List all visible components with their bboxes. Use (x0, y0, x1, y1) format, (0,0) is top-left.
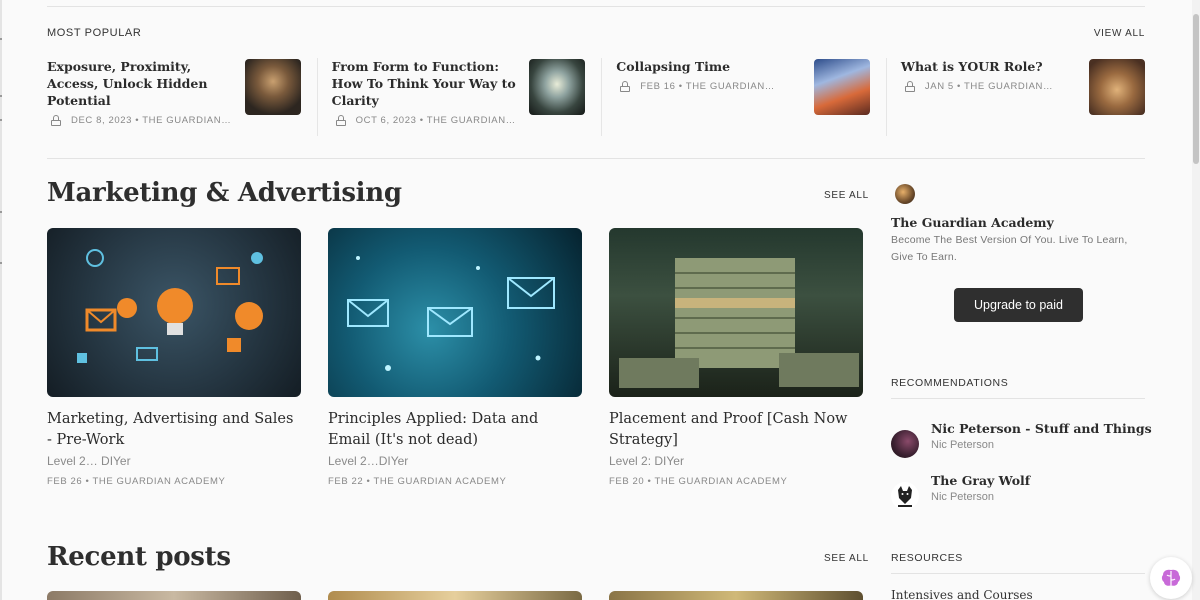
divider (47, 6, 1145, 7)
resources-link[interactable]: Intensives and Courses (891, 588, 1033, 600)
lock-icon (620, 81, 631, 92)
popular-post[interactable]: From Form to Function: How To Think Your… (332, 58, 603, 136)
recommendation-author: Nic Peterson (931, 439, 994, 451)
most-popular-list: Exposure, Proximity, Access, Unlock Hidd… (47, 58, 1145, 136)
email-illustration (347, 256, 555, 371)
lock-icon (904, 81, 915, 92)
recent-post-image[interactable] (47, 591, 301, 600)
see-all-recent[interactable]: SEE ALL (824, 553, 869, 564)
post-card-title[interactable]: Principles Applied: Data and Email (It's… (328, 409, 582, 451)
popular-post[interactable]: Exposure, Proximity, Access, Unlock Hidd… (47, 58, 318, 136)
recommendation-item[interactable]: Nic Peterson - Stuff and Things Nic Pete… (891, 421, 1152, 458)
scrollbar-thumb[interactable] (1193, 14, 1199, 164)
recommendation-item[interactable]: The Gray Wolf Nic Peterson (891, 473, 1030, 510)
window-left-edge (0, 0, 2, 600)
scrollbar[interactable] (1192, 0, 1200, 600)
post-card-image[interactable] (609, 228, 863, 397)
publication-description: Become The Best Version Of You. Live To … (891, 234, 1128, 263)
resources-label: RESOURCES (891, 552, 963, 564)
post-card[interactable]: Placement and Proof [Cash Now Strategy] … (609, 228, 863, 487)
view-all-link[interactable]: VIEW ALL (1094, 28, 1145, 39)
section-title-recent: Recent posts (47, 542, 231, 572)
post-card-subtitle: Level 2: DIYer (609, 454, 684, 468)
post-card-meta: FEB 20 • THE GUARDIAN ACADEMY (609, 476, 788, 487)
popular-post-title[interactable]: What is YOUR Role? (901, 58, 1086, 75)
publication-logo[interactable] (895, 184, 915, 204)
divider (891, 398, 1145, 399)
edge-marker (0, 211, 2, 213)
most-popular-header: MOST POPULAR VIEW ALL (47, 27, 1145, 39)
post-card-title[interactable]: Placement and Proof [Cash Now Strategy] (609, 409, 863, 451)
recent-post-image[interactable] (609, 591, 863, 600)
recommendation-name[interactable]: The Gray Wolf (931, 473, 1030, 488)
popular-post-meta: OCT 6, 2023 • THE GUARDIAN… (355, 115, 516, 126)
post-card-meta: FEB 22 • THE GUARDIAN ACADEMY (328, 476, 507, 487)
brain-icon[interactable] (1150, 557, 1192, 599)
popular-post[interactable]: Collapsing Time FEB 16 • THE GUARDIAN… (616, 58, 887, 136)
popular-post-thumbnail[interactable] (529, 59, 586, 115)
publication-name[interactable]: The Guardian Academy (891, 215, 1054, 230)
popular-post-meta: DEC 8, 2023 • THE GUARDIAN… (71, 115, 232, 126)
popular-post-meta: JAN 5 • THE GUARDIAN… (924, 81, 1054, 92)
popular-post-thumbnail[interactable] (813, 59, 870, 115)
wolf-avatar-icon (891, 482, 919, 510)
post-card-image[interactable] (47, 228, 301, 397)
popular-post-title[interactable]: From Form to Function: How To Think Your… (332, 58, 517, 109)
edge-marker (0, 95, 2, 97)
popular-post[interactable]: What is YOUR Role? JAN 5 • THE GUARDIAN… (901, 58, 1145, 136)
popular-post-thumbnail[interactable] (244, 59, 301, 115)
popular-post-title[interactable]: Exposure, Proximity, Access, Unlock Hidd… (47, 58, 232, 109)
see-all-marketing[interactable]: SEE ALL (824, 190, 869, 201)
recent-cards (47, 591, 890, 600)
post-card-subtitle: Level 2… DIYer (47, 454, 131, 468)
recommendation-name[interactable]: Nic Peterson - Stuff and Things (931, 421, 1152, 436)
post-card-subtitle: Level 2…DIYer (328, 454, 409, 468)
recommendations-label: RECOMMENDATIONS (891, 377, 1009, 389)
divider (47, 158, 1145, 159)
post-card[interactable]: Principles Applied: Data and Email (It's… (328, 228, 582, 487)
post-card-meta: FEB 26 • THE GUARDIAN ACADEMY (47, 476, 226, 487)
edge-marker (0, 119, 2, 121)
divider (891, 573, 1145, 574)
edge-marker (0, 38, 2, 40)
lock-icon (51, 115, 61, 126)
upgrade-to-paid-button[interactable]: Upgrade to paid (954, 288, 1083, 322)
avatar (891, 430, 919, 458)
cash-stack-illustration (619, 258, 859, 388)
post-card-image[interactable] (328, 228, 582, 397)
edge-marker (0, 262, 2, 264)
lock-icon (335, 115, 346, 126)
most-popular-label: MOST POPULAR (47, 27, 142, 39)
popular-post-thumbnail[interactable] (1089, 59, 1145, 115)
lightbulb-illustration (77, 249, 263, 363)
popular-post-meta: FEB 16 • THE GUARDIAN… (640, 81, 775, 92)
recommendation-author: Nic Peterson (931, 491, 994, 503)
marketing-cards: Marketing, Advertising and Sales - Pre-W… (47, 228, 890, 487)
section-title-marketing: Marketing & Advertising (47, 178, 402, 208)
post-card[interactable]: Marketing, Advertising and Sales - Pre-W… (47, 228, 301, 487)
post-card-title[interactable]: Marketing, Advertising and Sales - Pre-W… (47, 409, 301, 451)
popular-post-title[interactable]: Collapsing Time (616, 58, 801, 75)
recent-post-image[interactable] (328, 591, 582, 600)
